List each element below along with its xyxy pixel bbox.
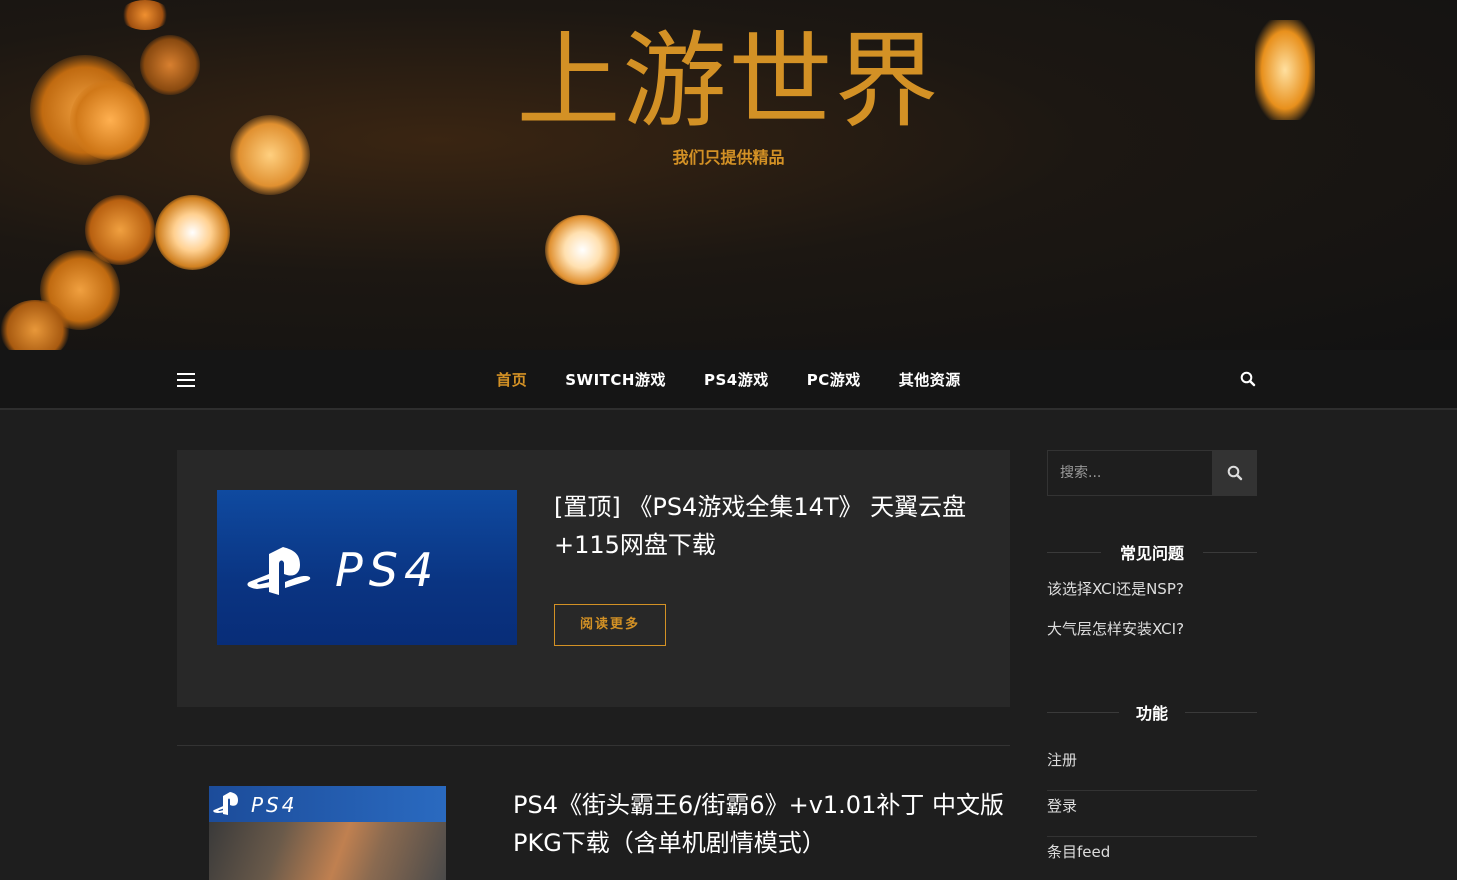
search-icon[interactable] — [1240, 371, 1258, 389]
post-title[interactable]: PS4《街头霸王6/街霸6》+v1.01补丁 中文版PKG下载（含单机剧情模式） — [513, 786, 1008, 862]
ps4-logo-text: PS4 — [335, 543, 439, 597]
post-thumbnail[interactable]: PS4 — [209, 786, 446, 880]
ps4-banner: PS4 — [209, 786, 446, 822]
nav-item-home[interactable]: 首页 — [496, 350, 527, 410]
search-button[interactable] — [1213, 450, 1257, 496]
post-divider — [177, 745, 1010, 746]
functions-widget-title: 功能 — [1047, 700, 1257, 724]
faq-link[interactable]: 该选择XCI还是NSP? — [1047, 578, 1184, 599]
post-title[interactable]: [置顶] 《PS4游戏全集14T》 天翼云盘+115网盘下载 — [554, 488, 984, 564]
search-icon — [1227, 465, 1243, 481]
post-thumbnail[interactable]: PS4 — [217, 490, 517, 645]
site-tagline: 我们只提供精品 — [672, 148, 785, 167]
faq-widget-title: 常见问题 — [1047, 540, 1257, 564]
main-navbar: 首页 SWITCH游戏 PS4游戏 PC游戏 其他资源 — [0, 350, 1457, 410]
register-link[interactable]: 注册 — [1047, 745, 1257, 791]
game-cover-art — [209, 822, 446, 880]
login-link[interactable]: 登录 — [1047, 791, 1257, 837]
sidebar-search — [1047, 450, 1257, 496]
ps4-logo-text: PS4 — [251, 793, 297, 817]
site-title[interactable]: 上游世界 — [0, 22, 1457, 140]
read-more-button[interactable]: 阅读更多 — [554, 604, 666, 646]
bokeh-light — [545, 215, 620, 285]
nav-item-switch[interactable]: SWITCH游戏 — [565, 350, 666, 410]
faq-link[interactable]: 大气层怎样安装XCI? — [1047, 618, 1184, 639]
nav-menu: 首页 SWITCH游戏 PS4游戏 PC游戏 其他资源 — [0, 350, 1457, 410]
nav-item-pc[interactable]: PC游戏 — [807, 350, 861, 410]
nav-item-other[interactable]: 其他资源 — [899, 350, 961, 410]
entries-feed-link[interactable]: 条目feed — [1047, 837, 1257, 880]
search-input[interactable] — [1047, 450, 1213, 496]
site-header: 上游世界 我们只提供精品 — [0, 0, 1457, 350]
nav-item-ps4[interactable]: PS4游戏 — [704, 350, 769, 410]
post-card: PS4 [置顶] 《PS4游戏全集14T》 天翼云盘+115网盘下载 阅读更多 — [177, 450, 1010, 707]
bokeh-light — [155, 195, 230, 270]
